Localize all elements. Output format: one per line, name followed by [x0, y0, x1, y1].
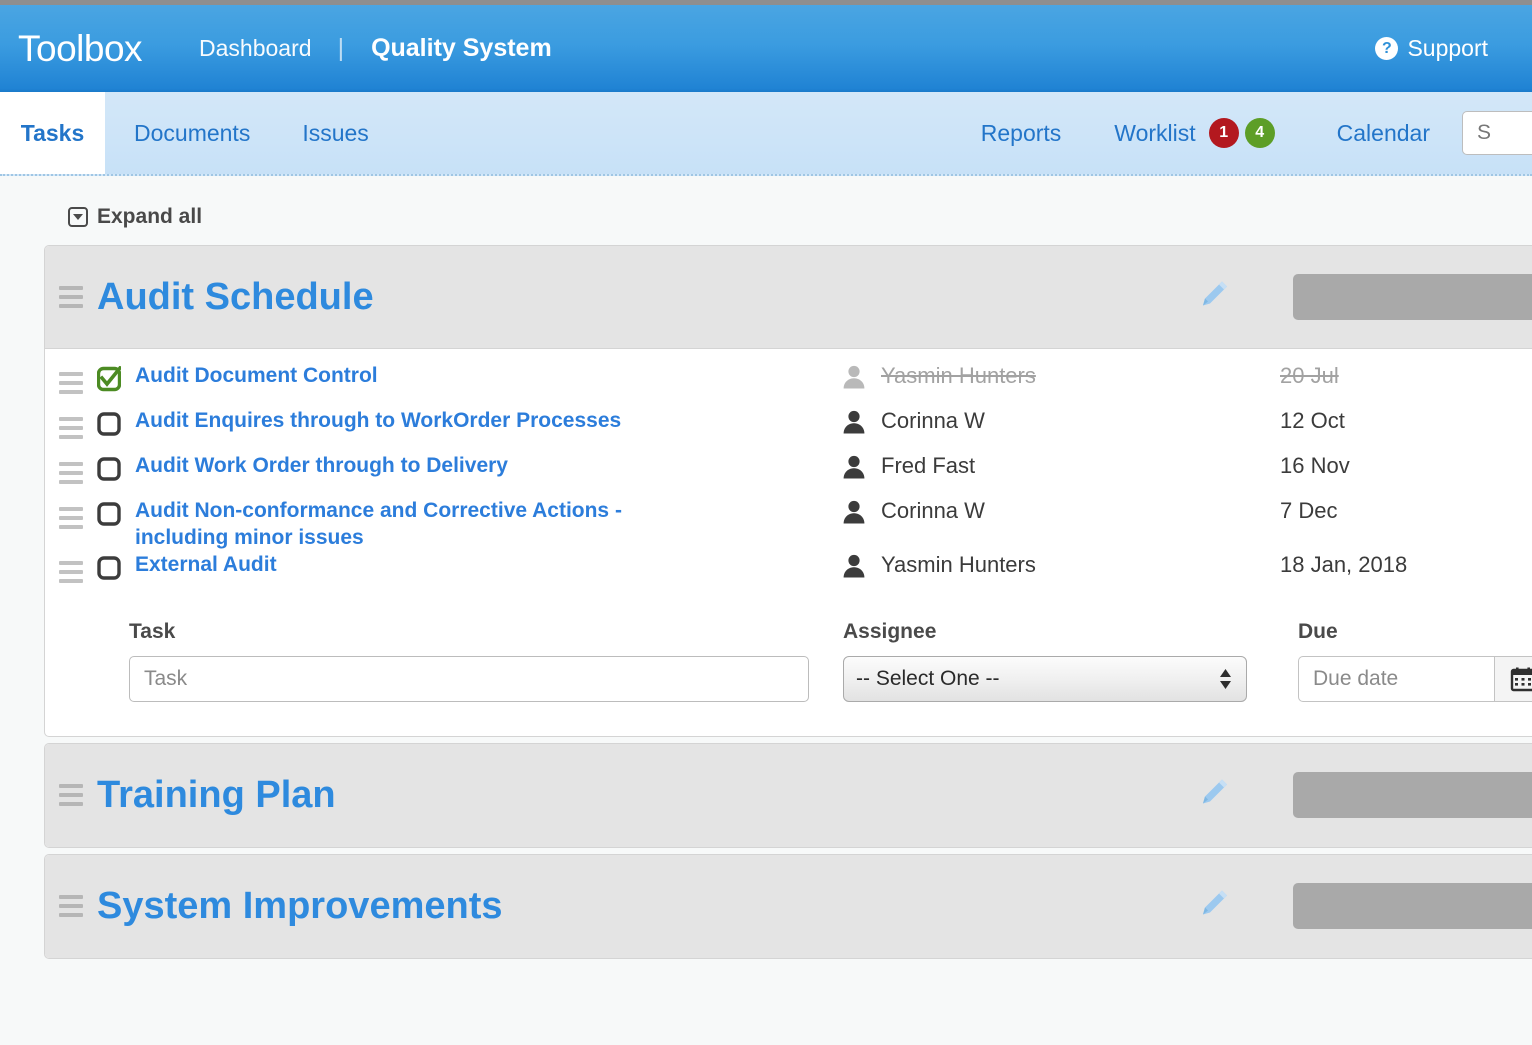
- drag-handle-icon[interactable]: [59, 784, 83, 807]
- task-name[interactable]: Audit Enquires through to WorkOrder Proc…: [135, 408, 621, 435]
- group-body: Audit Document Control Yasmin Hunters 20…: [45, 349, 1532, 736]
- person-icon: [843, 455, 865, 484]
- task-group-audit-schedule: Audit Schedule 20%: [44, 245, 1532, 737]
- pencil-icon[interactable]: [1197, 887, 1231, 926]
- task-row: Audit Enquires through to WorkOrder Proc…: [45, 408, 1532, 453]
- group-header[interactable]: Training Plan 33%: [45, 743, 1532, 847]
- caret-down-box-icon: [68, 206, 88, 227]
- task-due-date: 7 Dec: [1280, 498, 1338, 523]
- drag-handle-icon[interactable]: [59, 417, 83, 439]
- tab-calendar[interactable]: Calendar: [1337, 92, 1430, 174]
- main-content: Expand all Audit Schedule 20%: [0, 176, 1532, 1045]
- checkbox-empty-icon[interactable]: [97, 456, 121, 482]
- group-progress-bar: 67%: [1293, 883, 1532, 930]
- assignee-name: Yasmin Hunters: [881, 551, 1036, 577]
- task-group-training-plan: Training Plan 33%: [44, 742, 1532, 848]
- person-icon: [843, 410, 865, 439]
- task-input[interactable]: [129, 655, 809, 702]
- group-title[interactable]: System Improvements: [97, 887, 503, 925]
- assignee-name: Fred Fast: [881, 453, 976, 478]
- calendar-icon[interactable]: [1494, 655, 1532, 702]
- assignee-select-value: -- Select One --: [856, 666, 1000, 690]
- primary-tab-bar: Tasks Documents Issues Reports Worklist …: [0, 92, 1532, 176]
- group-title[interactable]: Audit Schedule: [97, 278, 374, 316]
- tab-issues[interactable]: Issues: [302, 92, 368, 174]
- tab-reports[interactable]: Reports: [981, 92, 1062, 174]
- tab-worklist[interactable]: Worklist: [1114, 92, 1195, 174]
- task-row: External Audit Yasmin Hunters 18 Jan, 20…: [45, 552, 1532, 597]
- assignee-field-label: Assignee: [843, 619, 937, 643]
- select-arrows-icon: [1219, 668, 1232, 689]
- task-due-date: 20 Jul: [1280, 363, 1339, 388]
- expand-all-label: Expand all: [97, 205, 203, 228]
- app-logo[interactable]: Toolbox: [18, 30, 143, 67]
- assignee-name: Corinna W: [881, 408, 985, 433]
- assignee-name: Yasmin Hunters: [881, 363, 1036, 388]
- drag-handle-icon[interactable]: [59, 372, 83, 394]
- person-icon: [843, 365, 865, 394]
- brand-header: Toolbox Dashboard | Quality System ? Sup…: [0, 5, 1532, 92]
- task-name[interactable]: Audit Non-conformance and Corrective Act…: [135, 498, 705, 552]
- checkbox-empty-icon[interactable]: [97, 555, 121, 581]
- task-row: Audit Work Order through to Delivery Fre…: [45, 453, 1532, 498]
- task-name[interactable]: External Audit: [135, 552, 277, 579]
- worklist-overdue-badge[interactable]: 1: [1208, 118, 1239, 148]
- page-title: Quality System: [371, 34, 552, 62]
- help-circle-icon: ?: [1375, 37, 1399, 60]
- checkbox-empty-icon[interactable]: [97, 501, 121, 527]
- task-row: Audit Document Control Yasmin Hunters 20…: [45, 363, 1532, 408]
- drag-handle-icon[interactable]: [59, 507, 83, 529]
- task-row: Audit Non-conformance and Corrective Act…: [45, 498, 1532, 552]
- person-icon: [843, 500, 865, 529]
- drag-handle-icon[interactable]: [59, 286, 83, 308]
- checkbox-empty-icon[interactable]: [97, 411, 121, 437]
- tab-tasks[interactable]: Tasks: [0, 92, 105, 174]
- drag-handle-icon[interactable]: [59, 895, 83, 918]
- due-date-input[interactable]: [1298, 655, 1494, 702]
- drag-handle-icon[interactable]: [59, 560, 83, 583]
- group-title[interactable]: Training Plan: [97, 776, 336, 814]
- task-due-date: 12 Oct: [1280, 408, 1345, 433]
- breadcrumb-separator: |: [337, 34, 345, 62]
- task-due-date: 18 Jan, 2018: [1280, 551, 1408, 577]
- pencil-icon[interactable]: [1197, 278, 1231, 317]
- pencil-icon[interactable]: [1197, 776, 1231, 815]
- person-icon: [843, 554, 865, 583]
- support-label: Support: [1407, 35, 1488, 61]
- assignee-name: Corinna W: [881, 498, 985, 523]
- worklist-open-badge[interactable]: 4: [1244, 118, 1275, 148]
- add-task-form: Task Assignee -- Select One -- Due: [45, 597, 1532, 736]
- support-link[interactable]: ? Support: [1375, 5, 1488, 92]
- task-group-system-improvements: System Improvements 67%: [44, 853, 1532, 959]
- task-field-label: Task: [129, 619, 176, 643]
- drag-handle-icon[interactable]: [59, 462, 83, 484]
- checkbox-checked-icon[interactable]: [96, 365, 123, 392]
- group-header[interactable]: System Improvements 67%: [45, 854, 1532, 958]
- task-name[interactable]: Audit Work Order through to Delivery: [135, 453, 508, 480]
- task-name[interactable]: Audit Document Control: [135, 363, 378, 390]
- tab-documents[interactable]: Documents: [134, 92, 250, 174]
- assignee-select[interactable]: -- Select One --: [843, 655, 1247, 702]
- expand-all-button[interactable]: Expand all: [68, 176, 1532, 245]
- search-input[interactable]: S: [1462, 111, 1532, 155]
- breadcrumb-dashboard[interactable]: Dashboard: [199, 37, 312, 60]
- group-progress-bar: 20%: [1293, 274, 1532, 320]
- task-due-date: 16 Nov: [1280, 453, 1350, 478]
- due-field-label: Due: [1298, 619, 1338, 643]
- group-header[interactable]: Audit Schedule 20%: [45, 246, 1532, 349]
- group-progress-bar: 33%: [1293, 772, 1532, 819]
